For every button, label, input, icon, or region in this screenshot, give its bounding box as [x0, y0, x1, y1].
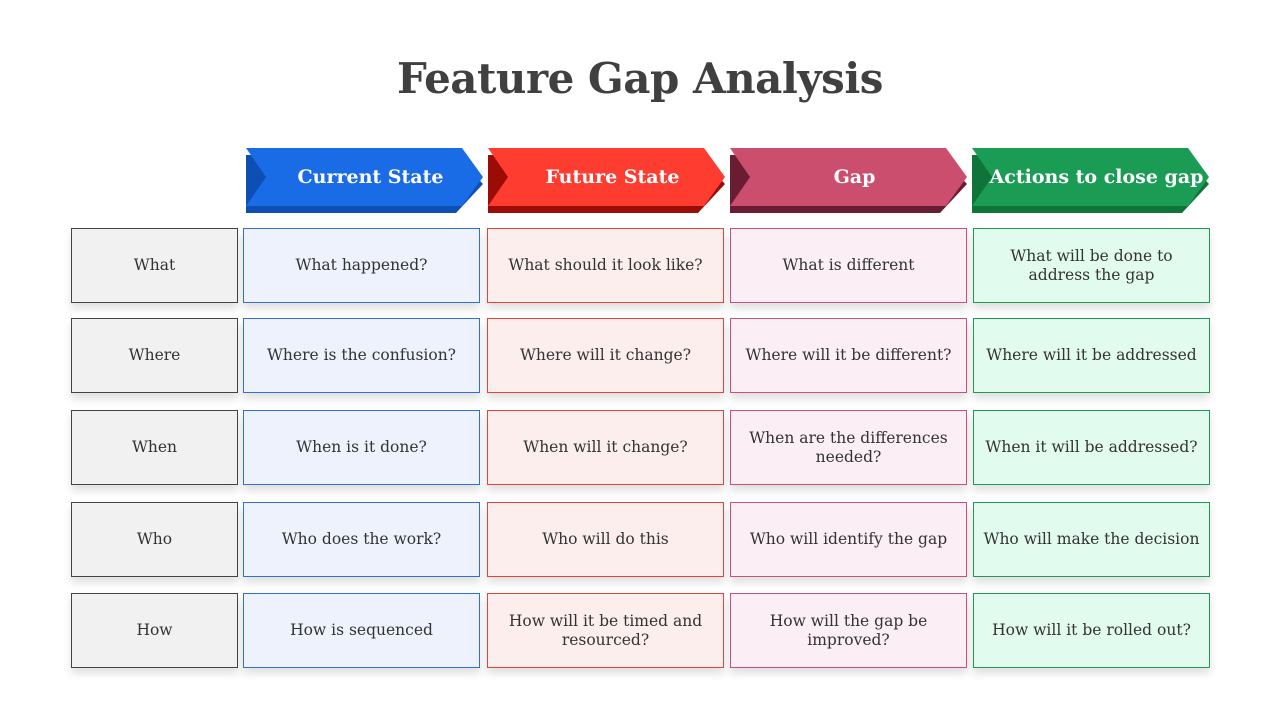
grid-cell: When are the differences needed? — [730, 410, 967, 485]
grid-cell: What happened? — [243, 228, 480, 303]
grid-cell: How will it be timed and resourced? — [487, 593, 724, 668]
header-future-state: Future State — [488, 148, 725, 213]
grid-cell: When it will be addressed? — [973, 410, 1210, 485]
grid-cell: Who will do this — [487, 502, 724, 577]
header-current-state: Current State — [246, 148, 483, 213]
grid-cell: What will be done to address the gap — [973, 228, 1210, 303]
grid-cell: Who will identify the gap — [730, 502, 967, 577]
grid-cell: Where is the confusion? — [243, 318, 480, 393]
grid-cell: How will the gap be improved? — [730, 593, 967, 668]
grid-cell: When is it done? — [243, 410, 480, 485]
header-label: Actions to close gap — [989, 166, 1204, 188]
header-gap: Gap — [730, 148, 967, 213]
grid-cell: Where will it be addressed — [973, 318, 1210, 393]
grid-cell: Who will make the decision — [973, 502, 1210, 577]
grid-cell: Who does the work? — [243, 502, 480, 577]
grid-cell: Where will it change? — [487, 318, 724, 393]
row-label-how: How — [71, 593, 238, 668]
row-label-where: Where — [71, 318, 238, 393]
grid-cell: How is sequenced — [243, 593, 480, 668]
row-label-who: Who — [71, 502, 238, 577]
grid-cell: What should it look like? — [487, 228, 724, 303]
header-actions: Actions to close gap — [972, 148, 1209, 213]
header-label: Current State — [297, 166, 444, 188]
grid-cell: When will it change? — [487, 410, 724, 485]
header-label: Future State — [545, 166, 680, 188]
grid-cell: How will it be rolled out? — [973, 593, 1210, 668]
grid-cell: Where will it be different? — [730, 318, 967, 393]
page-title: Feature Gap Analysis — [397, 54, 883, 103]
row-label-what: What — [71, 228, 238, 303]
header-label: Gap — [833, 166, 876, 188]
grid-cell: What is different — [730, 228, 967, 303]
row-label-when: When — [71, 410, 238, 485]
